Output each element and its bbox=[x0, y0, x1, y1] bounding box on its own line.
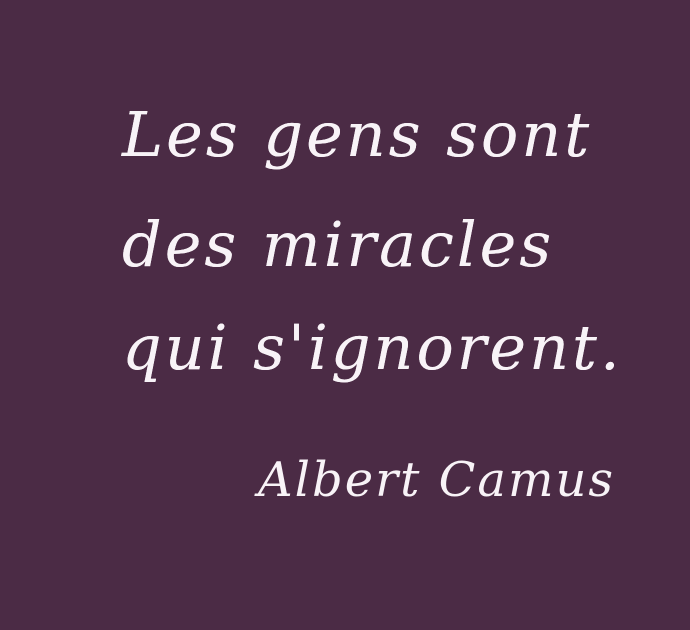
quote-line-3: qui s'ignorent. bbox=[122, 311, 623, 384]
quote-line-2: des miracles bbox=[122, 208, 555, 281]
quote-line-1: Les gens sont bbox=[122, 98, 593, 171]
quote-card: Les gens sont des miracles qui s'ignoren… bbox=[0, 0, 690, 630]
author-signature: Albert Camus bbox=[258, 452, 616, 508]
